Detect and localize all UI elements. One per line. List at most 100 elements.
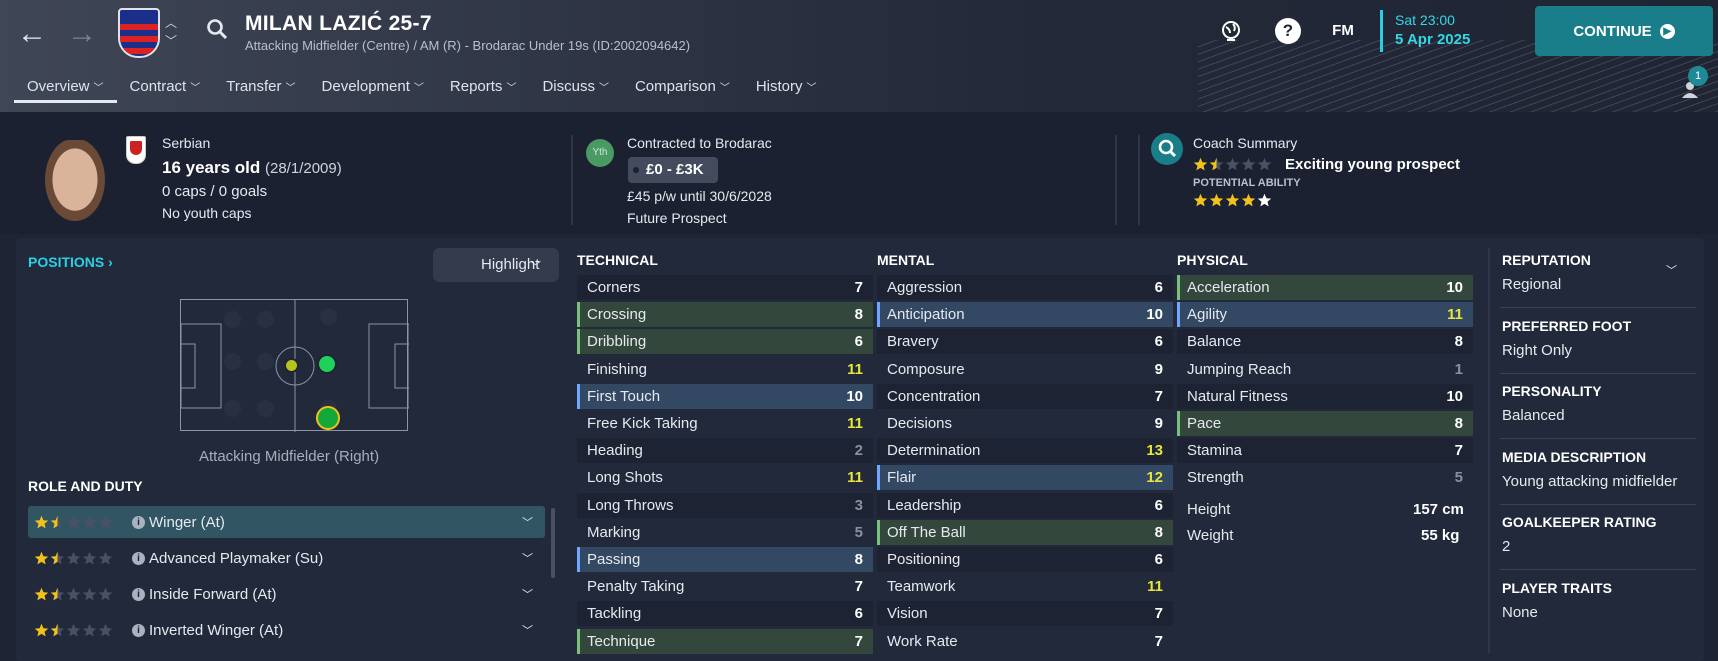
attribute-row[interactable]: Decisions 9 bbox=[877, 411, 1173, 436]
info-icon[interactable]: i bbox=[132, 551, 145, 565]
game-date[interactable]: Sat 23:00 5 Apr 2025 bbox=[1380, 10, 1470, 52]
attribute-name: Anticipation bbox=[887, 306, 965, 324]
game-date-text: 5 Apr 2025 bbox=[1395, 31, 1471, 48]
attribute-row[interactable]: Pace 8 bbox=[1177, 411, 1473, 436]
current-ability-stars bbox=[1193, 155, 1273, 172]
attribute-name: Crossing bbox=[587, 306, 647, 324]
attribute-row[interactable]: Leadership 6 bbox=[877, 492, 1173, 518]
attribute-row[interactable]: Anticipation 10 bbox=[877, 302, 1173, 328]
chevron-down-icon[interactable]: ﹀ bbox=[1666, 262, 1677, 278]
highlight-dropdown[interactable]: Highlight ﹀ bbox=[433, 248, 559, 282]
attribute-row[interactable]: Heading 2 bbox=[577, 438, 873, 464]
attribute-row[interactable]: Natural Fitness 10 bbox=[1177, 383, 1473, 409]
attribute-row[interactable]: Jumping Reach 1 bbox=[1177, 357, 1473, 382]
player-subtitle: Attacking Midfielder (Centre) / AM (R) -… bbox=[245, 38, 691, 53]
attribute-value: 11 bbox=[847, 415, 863, 432]
attribute-value: 7 bbox=[1154, 387, 1163, 405]
continue-button[interactable]: CONTINUE ▶ bbox=[1535, 6, 1713, 56]
tab-contract[interactable]: Contract ﹀ bbox=[117, 68, 214, 107]
attribute-row[interactable]: Acceleration 10 bbox=[1177, 275, 1473, 300]
attribute-name: Penalty Taking bbox=[587, 578, 685, 596]
attribute-row[interactable]: Agility 11 bbox=[1177, 302, 1473, 328]
attribute-row[interactable]: Passing 8 bbox=[577, 547, 873, 572]
attribute-name: Pace bbox=[1187, 415, 1222, 432]
attribute-row[interactable]: Composure 9 bbox=[877, 357, 1173, 382]
player-face-image bbox=[40, 140, 110, 228]
attribute-row[interactable]: Vision 7 bbox=[877, 601, 1173, 627]
tab-history[interactable]: History ﹀ bbox=[743, 68, 830, 107]
attribute-row[interactable]: Dribbling 6 bbox=[577, 329, 873, 355]
caps-goals: 0 caps / 0 goals bbox=[162, 183, 268, 200]
tab-development[interactable]: Development ﹀ bbox=[309, 68, 437, 107]
attribute-row[interactable]: Tackling 6 bbox=[577, 601, 873, 627]
help-icon[interactable]: ? bbox=[1275, 18, 1301, 44]
chevron-down-icon[interactable]: ﹀ bbox=[522, 622, 533, 638]
attribute-row[interactable]: Flair 12 bbox=[877, 465, 1173, 491]
attribute-row[interactable]: Corners 7 bbox=[577, 275, 873, 300]
divider bbox=[1115, 135, 1117, 225]
role-scrollbar[interactable] bbox=[551, 508, 555, 578]
info-icon[interactable]: i bbox=[132, 587, 145, 601]
tab-comparison[interactable]: Comparison ﹀ bbox=[622, 68, 743, 107]
attribute-row[interactable]: Determination 13 bbox=[877, 438, 1173, 464]
attribute-row[interactable]: Technique 7 bbox=[577, 628, 873, 654]
attribute-row[interactable]: First Touch 10 bbox=[577, 383, 873, 409]
positions-link[interactable]: POSITIONS › bbox=[28, 254, 113, 270]
attribute-row[interactable]: Balance 8 bbox=[1177, 329, 1473, 355]
contract-club[interactable]: Contracted to Brodarac bbox=[627, 135, 772, 151]
role-row[interactable]: i Inverted Winger (At) ﹀ bbox=[28, 614, 545, 646]
attribute-row[interactable]: Strength 5 bbox=[1177, 465, 1473, 490]
tab-reports[interactable]: Reports ﹀ bbox=[437, 68, 530, 107]
attribute-row[interactable]: Work Rate 7 bbox=[877, 629, 1173, 654]
info-icon[interactable]: i bbox=[132, 623, 145, 637]
attribute-name: Heading bbox=[587, 442, 643, 460]
tab-bar: Overview ﹀ Contract ﹀ Transfer ﹀ Development ﹀ R… bbox=[14, 68, 830, 107]
tab-discuss[interactable]: Discuss ﹀ bbox=[529, 68, 622, 107]
attribute-row[interactable]: Aggression 6 bbox=[877, 275, 1173, 300]
attribute-name: Passing bbox=[587, 551, 641, 568]
role-row[interactable]: i Winger (At) ﹀ bbox=[28, 506, 545, 538]
forward-arrow-icon[interactable]: → bbox=[62, 14, 102, 54]
attribute-row[interactable]: Off The Ball 8 bbox=[877, 519, 1173, 545]
role-row[interactable]: i Inside Forward (At) ﹀ bbox=[28, 578, 545, 610]
fm-menu-button[interactable]: FM bbox=[1330, 18, 1356, 44]
role-row[interactable]: i Advanced Playmaker (Su) ﹀ bbox=[28, 542, 545, 574]
star-icon bbox=[98, 515, 113, 529]
attribute-row[interactable]: Long Throws 3 bbox=[577, 492, 873, 518]
value-tag: £0 - £3K bbox=[628, 157, 718, 183]
attribute-row[interactable]: Bravery 6 bbox=[877, 329, 1173, 355]
attribute-row[interactable]: Positioning 6 bbox=[877, 547, 1173, 572]
attribute-row[interactable]: Finishing 11 bbox=[577, 357, 873, 382]
globe-icon[interactable] bbox=[1218, 18, 1244, 44]
chevron-down-icon[interactable]: ﹀ bbox=[522, 514, 533, 530]
attribute-value: 6 bbox=[854, 605, 863, 623]
search-icon[interactable] bbox=[206, 18, 228, 40]
attribute-row[interactable]: Marking 5 bbox=[577, 520, 873, 545]
info-icon[interactable]: i bbox=[132, 515, 145, 529]
side-value: Regional bbox=[1502, 276, 1562, 293]
chevron-down-icon[interactable]: ﹀ bbox=[522, 550, 533, 566]
attribute-row[interactable]: Concentration 7 bbox=[877, 383, 1173, 409]
tab-transfer[interactable]: Transfer ﹀ bbox=[213, 68, 308, 107]
attribute-row[interactable]: Long Shots 11 bbox=[577, 465, 873, 490]
nationality[interactable]: Serbian bbox=[162, 135, 210, 151]
back-arrow-icon[interactable]: ← bbox=[12, 14, 52, 54]
attribute-row[interactable]: Free Kick Taking 11 bbox=[577, 411, 873, 436]
divider bbox=[1500, 569, 1696, 570]
chevron-down-icon[interactable]: ﹀ bbox=[522, 586, 533, 602]
attribute-value: 5 bbox=[1454, 469, 1463, 487]
attribute-row[interactable]: Teamwork 11 bbox=[877, 574, 1173, 599]
serbia-flag-icon bbox=[126, 136, 146, 164]
notification-icon[interactable]: 1 bbox=[1680, 66, 1708, 100]
attribute-value: 10 bbox=[1446, 387, 1463, 405]
star-icon bbox=[1225, 193, 1240, 206]
attribute-row[interactable]: Penalty Taking 7 bbox=[577, 574, 873, 599]
attribute-name: First Touch bbox=[587, 387, 661, 405]
club-crest-icon[interactable] bbox=[118, 8, 160, 58]
coach-search-icon[interactable] bbox=[1151, 133, 1183, 165]
up-down-chevron-icon[interactable]: ︿ ﹀ bbox=[165, 14, 177, 50]
attribute-row[interactable]: Stamina 7 bbox=[1177, 438, 1473, 464]
attribute-row[interactable]: Crossing 8 bbox=[577, 302, 873, 328]
tab-overview[interactable]: Overview ﹀ bbox=[14, 68, 117, 107]
chevron-down-icon: ﹀ bbox=[806, 83, 817, 94]
